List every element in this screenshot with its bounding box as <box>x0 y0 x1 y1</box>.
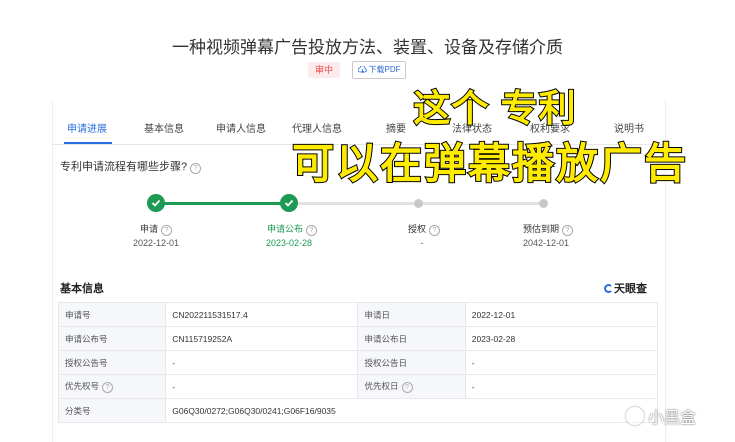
step-date-expiry: 2042-12-01 <box>522 238 570 248</box>
download-label: 下载PDF <box>368 65 401 74</box>
step-date-publish: 2023-02-28 <box>265 238 313 248</box>
field-value: 2023-02-28 <box>464 326 659 351</box>
step-label-expiry: 预估到期? <box>523 222 574 236</box>
download-cloud-icon <box>357 66 367 74</box>
help-icon[interactable]: ? <box>190 163 202 174</box>
step-date-grant: - <box>420 238 424 248</box>
step-label-grant: 授权? <box>408 222 441 236</box>
steps-question: 专利申请流程有哪些步骤?? <box>60 158 202 174</box>
help-icon[interactable]: ? <box>102 382 114 393</box>
step-node-grant <box>414 199 423 208</box>
tab-progress[interactable]: 申请进展 <box>67 120 107 135</box>
help-icon[interactable]: ? <box>306 225 318 236</box>
tab-basic-info[interactable]: 基本信息 <box>144 120 184 135</box>
brand-logo[interactable]: 天眼查 <box>604 280 647 296</box>
download-pdf-button[interactable]: 下载PDF <box>352 61 406 79</box>
table-row: 申请号 CN202211531517.4 申请日 2022-12-01 <box>57 302 659 327</box>
step-node-expiry <box>539 199 548 208</box>
step-label-apply: 申请? <box>140 222 173 236</box>
patent-title: 一种视频弹幕广告投放方法、装置、设备及存储介质 <box>172 38 563 57</box>
step-label-publish: 申请公布? <box>267 222 318 236</box>
field-value: - <box>464 350 659 375</box>
step-node-publish <box>280 194 298 212</box>
field-value: 2022-12-01 <box>464 302 659 327</box>
field-label: 申请号 <box>57 302 167 327</box>
field-label: 授权公告号 <box>57 350 167 375</box>
tianyancha-logo-icon <box>604 284 613 293</box>
tab-applicant-info[interactable]: 申请人信息 <box>216 120 266 135</box>
field-label: 申请公布日 <box>357 326 466 351</box>
steps-question-text: 专利申请流程有哪些步骤? <box>60 161 188 173</box>
field-value: - <box>165 350 359 375</box>
step-date-apply: 2022-12-01 <box>132 238 180 248</box>
field-label: 申请日 <box>357 302 466 327</box>
field-value: - <box>464 374 659 399</box>
caption-line-2: 可以在弹幕播放广告 <box>291 139 688 188</box>
table-row: 申请公布号 CN115719252A 申请公布日 2023-02-28 <box>57 326 659 351</box>
field-label: 授权公告日 <box>357 350 466 375</box>
field-value: G06Q30/0272;G06Q30/0241;G06F16/9035 <box>165 398 658 423</box>
field-label: 优先权号? <box>57 374 167 399</box>
field-value: - <box>165 374 359 399</box>
status-badge: 审中 <box>308 62 340 78</box>
help-icon[interactable]: ? <box>161 225 173 236</box>
check-icon <box>151 199 161 207</box>
table-row: 优先权号? - 优先权日? - <box>57 374 659 399</box>
basic-info-title: 基本信息 <box>60 283 104 295</box>
help-icon[interactable]: ? <box>401 382 413 393</box>
active-tab-indicator <box>64 142 112 144</box>
field-label: 优先权日? <box>357 374 466 399</box>
watermark: 小黑盒 <box>626 404 696 428</box>
field-label: 分类号 <box>57 398 167 423</box>
caption-line-1: 这个 专利 <box>412 87 577 130</box>
table-row: 分类号 G06Q30/0272;G06Q30/0241;G06F16/9035 <box>57 398 658 423</box>
watermark-text: 小黑盒 <box>648 410 697 427</box>
heybox-logo-icon <box>626 407 644 425</box>
step-node-apply <box>147 194 165 212</box>
field-value: CN202211531517.4 <box>165 302 359 327</box>
basic-info-table: 申请号 CN202211531517.4 申请日 2022-12-01 申请公布… <box>57 302 659 423</box>
help-icon[interactable]: ? <box>562 225 574 236</box>
field-label: 申请公布号 <box>57 326 167 351</box>
progress-track-done <box>156 202 289 205</box>
check-icon <box>284 199 294 207</box>
table-row: 授权公告号 - 授权公告日 - <box>57 350 659 375</box>
field-value: CN115719252A <box>165 326 359 351</box>
help-icon[interactable]: ? <box>429 225 441 236</box>
